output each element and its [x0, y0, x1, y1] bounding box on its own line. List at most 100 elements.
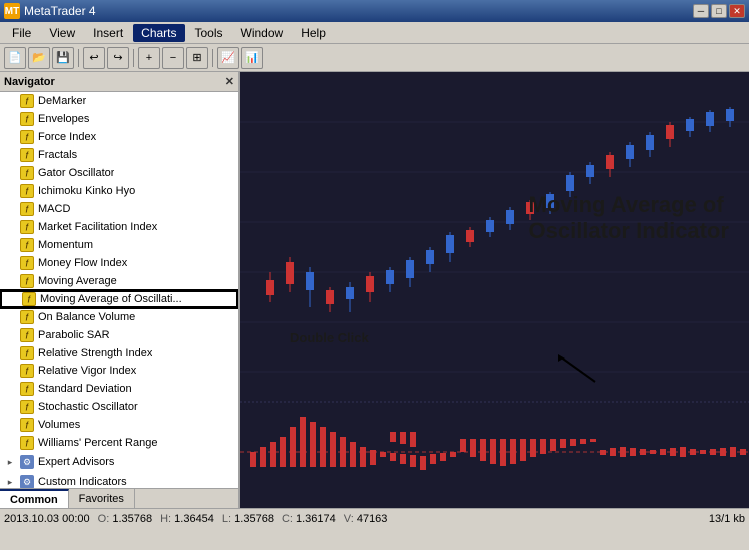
double-click-label: Double Click — [290, 330, 369, 345]
indicator-icon-moneyflow: ƒ — [20, 256, 34, 270]
chart-area[interactable]: Moving Average of Oscillator Indicator D… — [240, 72, 749, 508]
menu-file[interactable]: File — [4, 24, 39, 42]
indicator-icon-ichimoku: ƒ — [20, 184, 34, 198]
indicator-label-ma: Moving Average — [36, 275, 117, 287]
indicator-ichimoku[interactable]: ƒ Ichimoku Kinko Hyo — [0, 182, 238, 200]
toolbar-btn-9[interactable]: 📈 — [217, 47, 239, 69]
indicator-momentum[interactable]: ƒ Momentum — [0, 236, 238, 254]
maximize-button[interactable]: □ — [711, 4, 727, 18]
menu-help[interactable]: Help — [293, 24, 334, 42]
menu-bar: File View Insert Charts Tools Window Hel… — [0, 22, 749, 44]
indicator-volumes[interactable]: ƒ Volumes — [0, 416, 238, 434]
indicator-label-williams: Williams' Percent Range — [36, 437, 157, 449]
indicator-stddev[interactable]: ƒ Standard Deviation — [0, 380, 238, 398]
menu-window[interactable]: Window — [233, 24, 292, 42]
indicator-money-flow[interactable]: ƒ Money Flow Index — [0, 254, 238, 272]
navigator-content[interactable]: ƒ DeMarker ƒ Envelopes ƒ Force Index ƒ F… — [0, 92, 238, 488]
title-bar-left: MT MetaTrader 4 — [4, 3, 96, 19]
navigator-title: Navigator — [4, 76, 55, 88]
toolbar-btn-8[interactable]: ⊞ — [186, 47, 208, 69]
toolbar-btn-7[interactable]: − — [162, 47, 184, 69]
expert-advisors-header[interactable]: ▸ ⚙ Expert Advisors — [0, 452, 238, 472]
indicator-label-volumes: Volumes — [36, 419, 80, 431]
indicator-rvi[interactable]: ƒ Relative Vigor Index — [0, 362, 238, 380]
indicator-icon-momentum: ƒ — [20, 238, 34, 252]
menu-tools[interactable]: Tools — [187, 24, 231, 42]
ci-toggle: ▸ — [2, 474, 18, 488]
indicator-label-macd: MACD — [36, 203, 70, 215]
toolbar-btn-10[interactable]: 📊 — [241, 47, 263, 69]
indicator-force-index[interactable]: ƒ Force Index — [0, 128, 238, 146]
indicator-icon-parabolic: ƒ — [20, 328, 34, 342]
title-bar: MT MetaTrader 4 ─ □ ✕ — [0, 0, 749, 22]
indicator-icon-rsi: ƒ — [20, 346, 34, 360]
menu-insert[interactable]: Insert — [85, 24, 131, 42]
toolbar-btn-5[interactable]: ↪ — [107, 47, 129, 69]
app-icon: MT — [4, 3, 20, 19]
minimize-button[interactable]: ─ — [693, 4, 709, 18]
toolbar-btn-6[interactable]: + — [138, 47, 160, 69]
ea-toggle: ▸ — [2, 454, 18, 470]
indicators-section: ƒ DeMarker ƒ Envelopes ƒ Force Index ƒ F… — [0, 92, 238, 452]
indicator-icon-volumes: ƒ — [20, 418, 34, 432]
indicator-gator[interactable]: ƒ Gator Oscillator — [0, 164, 238, 182]
navigator-tabs: Common Favorites — [0, 488, 238, 508]
tab-favorites[interactable]: Favorites — [69, 489, 135, 508]
toolbar-sep-3 — [212, 49, 213, 67]
indicator-demarker[interactable]: ƒ DeMarker — [0, 92, 238, 110]
indicator-label-mao: Moving Average of Oscillati... — [38, 293, 182, 305]
indicator-stochastic[interactable]: ƒ Stochastic Oscillator — [0, 398, 238, 416]
indicator-label-gator: Gator Oscillator — [36, 167, 114, 179]
toolbar-btn-1[interactable]: 📄 — [4, 47, 26, 69]
indicator-macd[interactable]: ƒ MACD — [0, 200, 238, 218]
indicator-obv[interactable]: ƒ On Balance Volume — [0, 308, 238, 326]
status-low: L: 1.35768 — [222, 513, 274, 525]
indicator-icon-fractals: ƒ — [20, 148, 34, 162]
indicator-mao[interactable]: ƒ Moving Average of Oscillati... — [0, 290, 238, 308]
indicator-icon-macd: ƒ — [20, 202, 34, 216]
indicator-label-fractals: Fractals — [36, 149, 77, 161]
custom-indicators-header[interactable]: ▸ ⚙ Custom Indicators — [0, 472, 238, 488]
navigator-close-button[interactable]: ✕ — [225, 75, 234, 88]
navigator-panel: Navigator ✕ ƒ DeMarker ƒ Envelopes ƒ For… — [0, 72, 240, 508]
indicator-icon-envelopes: ƒ — [20, 112, 34, 126]
indicator-icon-stddev: ƒ — [20, 382, 34, 396]
main-area: Navigator ✕ ƒ DeMarker ƒ Envelopes ƒ For… — [0, 72, 749, 508]
indicator-rsi[interactable]: ƒ Relative Strength Index — [0, 344, 238, 362]
indicator-label-force: Force Index — [36, 131, 96, 143]
menu-view[interactable]: View — [41, 24, 83, 42]
status-high: H: 1.36454 — [160, 513, 214, 525]
close-button[interactable]: ✕ — [729, 4, 745, 18]
indicator-williams[interactable]: ƒ Williams' Percent Range — [0, 434, 238, 452]
tab-common[interactable]: Common — [0, 489, 69, 508]
ci-folder-icon: ⚙ — [20, 475, 34, 488]
indicator-label-envelopes: Envelopes — [36, 113, 89, 125]
toolbar-btn-3[interactable]: 💾 — [52, 47, 74, 69]
indicator-envelopes[interactable]: ƒ Envelopes — [0, 110, 238, 128]
toolbar-btn-2[interactable]: 📂 — [28, 47, 50, 69]
indicator-icon-force: ƒ — [20, 130, 34, 144]
indicator-label-moneyflow: Money Flow Index — [36, 257, 127, 269]
indicator-icon-demarker: ƒ — [20, 94, 34, 108]
indicator-mfi[interactable]: ƒ Market Facilitation Index — [0, 218, 238, 236]
status-volume: V: 47163 — [344, 513, 388, 525]
indicator-label-parabolic: Parabolic SAR — [36, 329, 110, 341]
indicator-parabolic[interactable]: ƒ Parabolic SAR — [0, 326, 238, 344]
toolbar-sep-2 — [133, 49, 134, 67]
ci-label: Custom Indicators — [36, 476, 127, 488]
indicator-icon-williams: ƒ — [20, 436, 34, 450]
indicator-icon-ma: ƒ — [20, 274, 34, 288]
indicator-fractals[interactable]: ƒ Fractals — [0, 146, 238, 164]
annotation-main-text: Moving Average of Oscillator Indicator — [529, 192, 730, 245]
indicator-icon-obv: ƒ — [20, 310, 34, 324]
indicator-icon-rvi: ƒ — [20, 364, 34, 378]
chart-svg — [240, 72, 749, 508]
indicator-icon-mfi: ƒ — [20, 220, 34, 234]
indicator-label-stochastic: Stochastic Oscillator — [36, 401, 138, 413]
ea-label: Expert Advisors — [36, 456, 114, 468]
indicator-moving-average[interactable]: ƒ Moving Average — [0, 272, 238, 290]
menu-charts[interactable]: Charts — [133, 24, 184, 42]
toolbar-sep-1 — [78, 49, 79, 67]
indicator-label-rsi: Relative Strength Index — [36, 347, 152, 359]
toolbar-btn-4[interactable]: ↩ — [83, 47, 105, 69]
